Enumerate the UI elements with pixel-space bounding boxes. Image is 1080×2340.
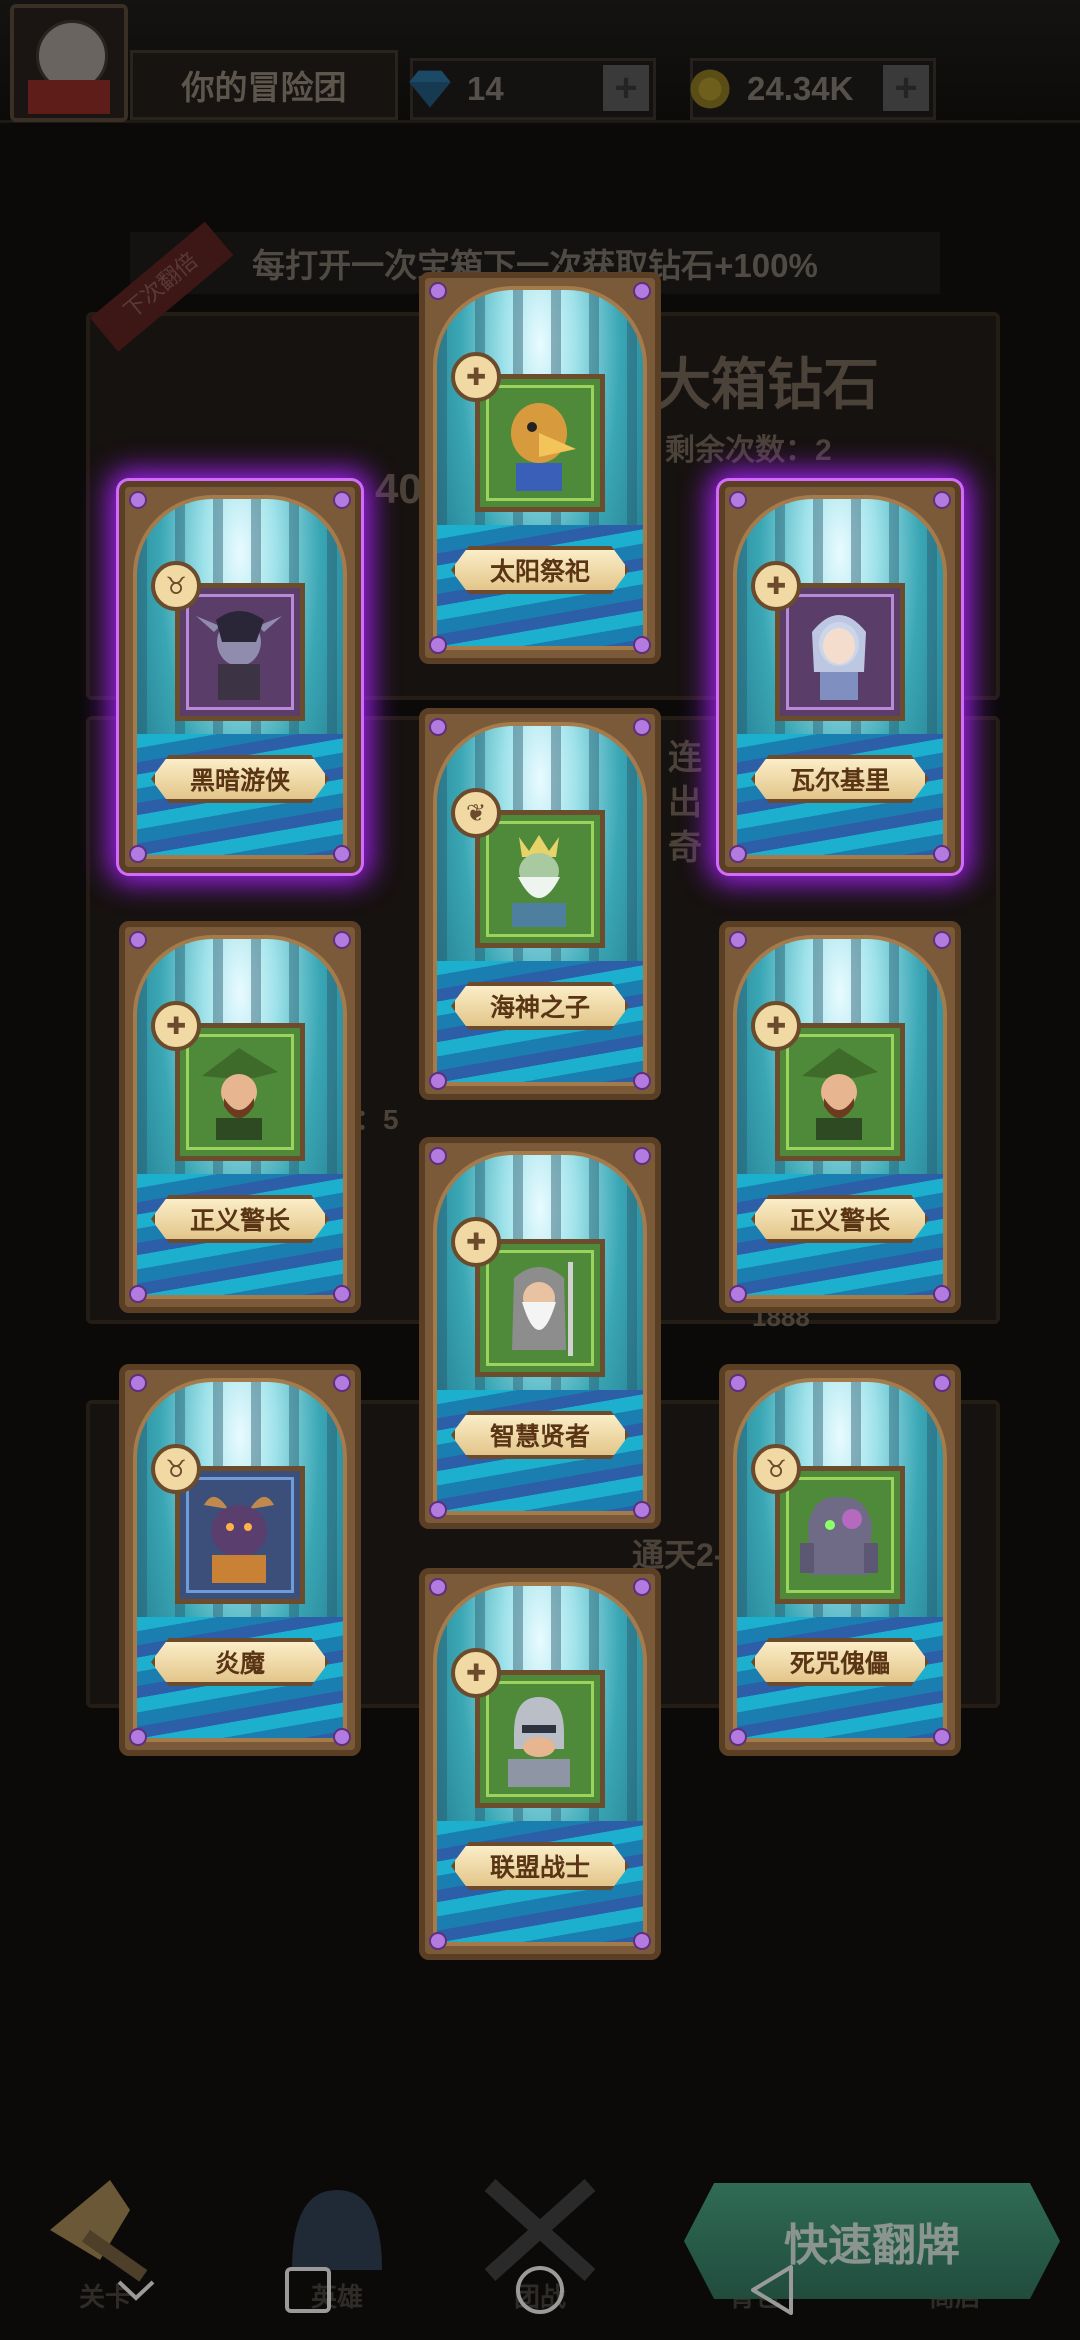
hero-portrait (475, 374, 605, 512)
hero-name: 正义警长 (751, 1195, 929, 1243)
hero-portrait (775, 1023, 905, 1161)
bg-side-text-3: 奇 (668, 829, 702, 867)
hero-card[interactable]: ✚ 正义警长 (119, 921, 361, 1313)
chevron-down-icon[interactable] (104, 2258, 168, 2322)
valkyrie-figure (812, 615, 866, 700)
bg-number: 40 (375, 465, 422, 512)
hero-card[interactable]: ♉ 死咒傀儡 (719, 1364, 961, 1756)
hero-portrait (175, 1023, 305, 1161)
hero-portrait (475, 1670, 605, 1808)
hero-portrait (775, 1466, 905, 1604)
sage-figure (512, 1262, 573, 1356)
hero-name: 黑暗游侠 (151, 755, 329, 803)
hero-portrait (475, 810, 605, 948)
back-icon[interactable] (740, 2258, 804, 2322)
bg-side-text-1: 连 (668, 739, 702, 777)
hero-card[interactable]: ♉ 黑暗游侠 (119, 481, 361, 873)
gem-count: 14 (467, 70, 504, 107)
hero-portrait (475, 1239, 605, 1377)
hero-name: 太阳祭祀 (451, 546, 629, 594)
add-gems-button[interactable]: + (603, 65, 649, 111)
falcon-priest-figure (511, 403, 576, 491)
holy-class-icon: ✚ (151, 1001, 201, 1051)
hero-name: 死咒傀儡 (751, 1638, 929, 1686)
hero-portrait (175, 583, 305, 721)
hero-card[interactable]: ✚ 太阳祭祀 (419, 272, 661, 664)
cursed-golem-figure (800, 1496, 878, 1575)
hero-name: 正义警长 (151, 1195, 329, 1243)
hero-name: 联盟战士 (451, 1842, 629, 1890)
gem-counter: 14 + (409, 58, 656, 120)
hero-card[interactable]: ❦ 海神之子 (419, 708, 661, 1100)
gold-count: 24.34K (747, 70, 854, 107)
bg-side-text-2: 出 (668, 784, 702, 822)
recent-apps-icon[interactable] (276, 2258, 340, 2322)
holy-class-icon: ✚ (751, 1001, 801, 1051)
hero-card[interactable]: ✚ 正义警长 (719, 921, 961, 1313)
alliance-warrior-figure (508, 1697, 570, 1787)
hero-card[interactable]: ✚ 智慧贤者 (419, 1137, 661, 1529)
panel-title: 大箱钻石 (655, 353, 879, 416)
nature-class-icon: ❦ (451, 788, 501, 838)
hero-name: 炎魔 (151, 1638, 329, 1686)
hero-card[interactable]: ✚ 瓦尔基里 (719, 481, 961, 873)
hero-portrait (175, 1466, 305, 1604)
bg-count: ：5 (355, 1104, 399, 1135)
poseidon-figure (512, 835, 566, 927)
sheriff-figure (802, 1048, 878, 1140)
demon-class-icon: ♉ (751, 1444, 801, 1494)
demon-class-icon: ♉ (151, 1444, 201, 1494)
hero-name: 海神之子 (451, 982, 629, 1030)
holy-class-icon: ✚ (751, 561, 801, 611)
hero-card[interactable]: ✚ 联盟战士 (419, 1568, 661, 1960)
holy-class-icon: ✚ (451, 1217, 501, 1267)
demon-class-icon: ♉ (151, 561, 201, 611)
hero-portrait (775, 583, 905, 721)
holy-class-icon: ✚ (451, 1648, 501, 1698)
hero-card[interactable]: ♉ 炎魔 (119, 1364, 361, 1756)
remaining-count: 剩余次数：2 (665, 434, 832, 467)
hero-name: 智慧贤者 (451, 1411, 629, 1459)
add-gold-button[interactable]: + (883, 65, 929, 111)
gold-coin-icon (690, 69, 730, 109)
diamond-icon (409, 70, 451, 108)
dark-ranger-figure (196, 611, 282, 700)
player-avatar[interactable] (10, 4, 128, 122)
gold-counter: 24.34K + (690, 58, 936, 120)
team-name-label: 你的冒险团 (130, 50, 398, 120)
holy-class-icon: ✚ (451, 352, 501, 402)
system-nav-bar (0, 2240, 1080, 2340)
sheriff-figure (202, 1048, 278, 1140)
home-icon[interactable] (508, 2258, 572, 2322)
fire-demon-figure (204, 1496, 274, 1583)
hero-name: 瓦尔基里 (751, 755, 929, 803)
top-bar: 你的冒险团 14 + 24.34K + (0, 0, 1080, 123)
